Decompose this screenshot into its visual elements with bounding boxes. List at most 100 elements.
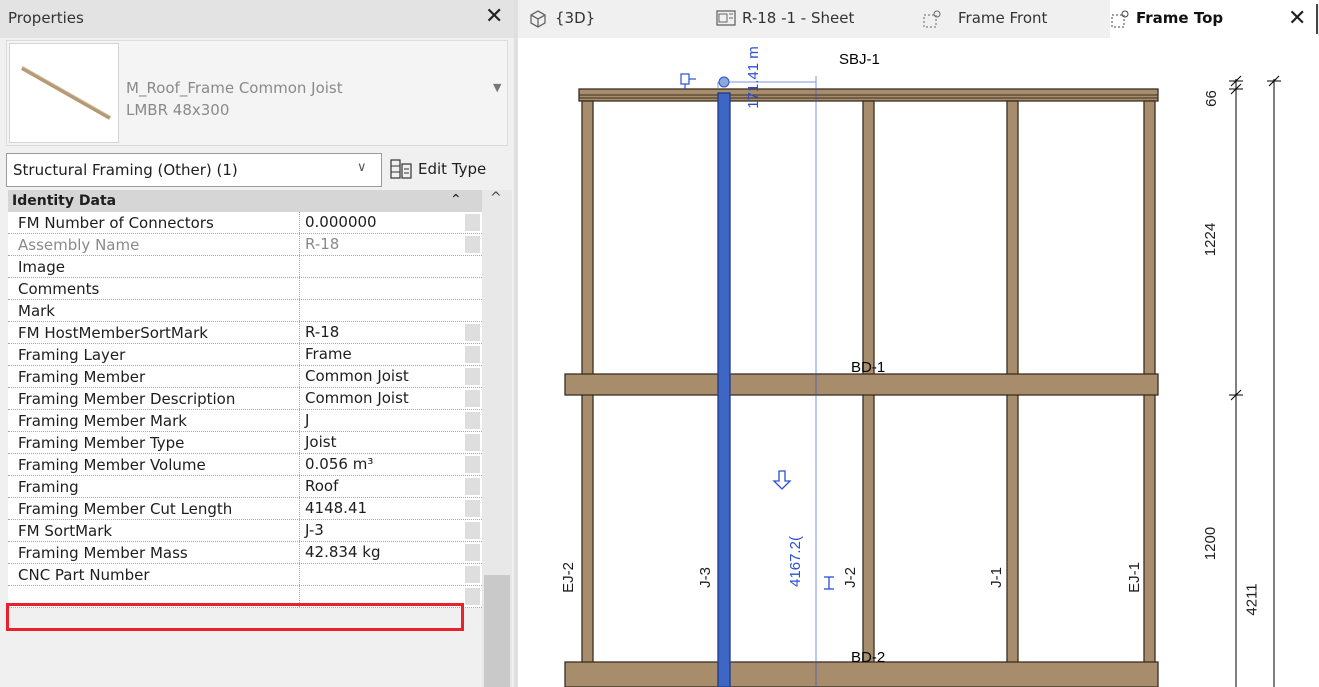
- property-row[interactable]: Framing Member Common Joist: [8, 366, 482, 388]
- instance-filter-label: Structural Framing (Other) (1): [13, 161, 238, 179]
- tab-3d[interactable]: {3D}: [518, 0, 708, 38]
- property-row[interactable]: Image: [8, 256, 482, 278]
- property-row[interactable]: FM HostMemberSortMark R-18: [8, 322, 482, 344]
- property-name: Mark: [18, 302, 55, 320]
- elevation-view-icon: [922, 9, 944, 33]
- property-value: R-18: [299, 234, 464, 255]
- property-name: Framing Member Type: [18, 434, 185, 452]
- property-value[interactable]: J-3: [299, 520, 464, 541]
- member-label-bd-1: BD-1: [851, 359, 886, 376]
- edit-type-button[interactable]: Edit Type: [388, 153, 512, 187]
- property-row[interactable]: Framing Member Description Common Joist: [8, 388, 482, 410]
- property-name: Image: [18, 258, 65, 276]
- row-button: [465, 566, 480, 583]
- property-name: FM Number of Connectors: [18, 214, 214, 232]
- type-name: M_Roof_Frame Common Joist LMBR 48x300: [126, 77, 343, 121]
- dimension-66: 66: [1202, 90, 1220, 107]
- temp-dimension-top[interactable]: 171.41 m: [745, 46, 762, 109]
- property-name: Framing Member Cut Length: [18, 500, 233, 518]
- property-value[interactable]: [299, 564, 464, 585]
- chevron-down-icon[interactable]: ▼: [493, 81, 501, 94]
- row-button: [465, 214, 480, 231]
- property-value[interactable]: Joist: [299, 432, 464, 453]
- tab-label: R-18 -1 - Sheet: [742, 9, 855, 27]
- properties-scrollbar[interactable]: ^: [482, 190, 512, 687]
- property-value[interactable]: Frame: [299, 344, 464, 365]
- frame-top-canvas[interactable]: [518, 38, 1319, 687]
- row-button: [465, 412, 480, 429]
- property-value[interactable]: [299, 278, 464, 299]
- temp-dimension-length[interactable]: 4167.2(: [787, 536, 804, 587]
- property-name: Assembly Name: [18, 236, 140, 254]
- row-button: [465, 500, 480, 517]
- member-label-j-2: J-2: [841, 567, 859, 588]
- flip-arrow-icon[interactable]: [772, 470, 792, 490]
- tab-label: {3D}: [555, 9, 596, 27]
- property-row[interactable]: CNC Part Number: [8, 564, 482, 586]
- member-label-j-1: J-1: [987, 567, 1005, 588]
- property-row[interactable]: Framing Member Mark J: [8, 410, 482, 432]
- property-row[interactable]: Assembly Name R-18: [8, 234, 482, 256]
- property-row[interactable]: Framing Layer Frame: [8, 344, 482, 366]
- tab-label: Frame Front: [958, 9, 1048, 27]
- row-button: [465, 522, 480, 539]
- property-value[interactable]: Roof: [299, 476, 464, 497]
- row-button: [465, 346, 480, 363]
- property-row[interactable]: Framing Member Mass 42.834 kg: [8, 542, 482, 564]
- beam-handle-icon[interactable]: [824, 576, 834, 590]
- member-j-3-selected[interactable]: [717, 92, 731, 687]
- property-value[interactable]: 42.834 kg: [299, 542, 464, 563]
- member-label-bd-2: BD-2: [851, 649, 886, 666]
- property-row[interactable]: Framing Roof: [8, 476, 482, 498]
- property-row[interactable]: Mark: [8, 300, 482, 322]
- property-name: Comments: [18, 280, 100, 298]
- pin-icon[interactable]: [680, 73, 696, 90]
- collapse-icon[interactable]: ⌃: [450, 192, 462, 208]
- property-value[interactable]: 0.056 m³: [299, 454, 464, 475]
- member-bd-1[interactable]: [564, 373, 1159, 396]
- close-icon[interactable]: ✕: [485, 4, 503, 29]
- property-row[interactable]: Framing Member Type Joist: [8, 432, 482, 454]
- property-value[interactable]: 0.000000: [299, 212, 464, 233]
- property-row[interactable]: Comments: [8, 278, 482, 300]
- property-value[interactable]: Common Joist: [299, 388, 464, 409]
- member-label-ej-2: EJ-2: [559, 562, 577, 593]
- chevron-up-icon[interactable]: ^: [490, 190, 502, 206]
- tab-frame-top[interactable]: Frame Top: [1110, 0, 1318, 38]
- family-name: M_Roof_Frame Common Joist: [126, 79, 343, 97]
- sortmark-highlight-box: [6, 603, 464, 631]
- type-selector[interactable]: M_Roof_Frame Common Joist LMBR 48x300 ▼: [6, 40, 508, 146]
- drawing-view[interactable]: SBJ-1 BD-1 BD-2 EJ-2 J-3 J-2 J-1 EJ-1 17…: [518, 38, 1319, 687]
- property-name: Framing Member Mark: [18, 412, 187, 430]
- close-icon[interactable]: ✕: [1288, 6, 1306, 31]
- chevron-down-icon[interactable]: ∨: [357, 160, 367, 175]
- instance-filter-dropdown[interactable]: Structural Framing (Other) (1) ∨: [6, 153, 382, 187]
- property-value[interactable]: Common Joist: [299, 366, 464, 387]
- drag-handle[interactable]: [718, 76, 730, 88]
- property-name: FM HostMemberSortMark: [18, 324, 208, 342]
- row-button: [465, 390, 480, 407]
- tab-frame-front[interactable]: Frame Front: [922, 0, 1082, 38]
- property-value[interactable]: [299, 256, 464, 277]
- member-label-ej-1: EJ-1: [1125, 562, 1143, 593]
- property-name: FM SortMark: [18, 522, 113, 540]
- property-row[interactable]: Framing Member Volume 0.056 m³: [8, 454, 482, 476]
- tab-separator: [1316, 4, 1318, 34]
- group-header-identity-data[interactable]: Identity Data ⌃: [8, 190, 482, 212]
- row-button: [465, 478, 480, 495]
- property-name: Framing: [18, 478, 79, 496]
- property-name: Framing Member: [18, 368, 146, 386]
- property-value[interactable]: J: [299, 410, 464, 431]
- property-row[interactable]: Framing Member Cut Length 4148.41: [8, 498, 482, 520]
- dimension-1224: 1224: [1202, 222, 1220, 257]
- property-value[interactable]: 4148.41: [299, 498, 464, 519]
- property-value[interactable]: R-18: [299, 322, 464, 343]
- property-row[interactable]: FM SortMark J-3: [8, 520, 482, 542]
- properties-title: Properties: [8, 9, 84, 27]
- tab-sheet[interactable]: R-18 -1 - Sheet: [716, 0, 906, 38]
- property-row[interactable]: FM Number of Connectors 0.000000: [8, 212, 482, 234]
- sheet-icon: [716, 9, 736, 31]
- property-value[interactable]: [299, 300, 464, 321]
- scrollbar-thumb[interactable]: [484, 575, 510, 687]
- property-name: Framing Member Mass: [18, 544, 188, 562]
